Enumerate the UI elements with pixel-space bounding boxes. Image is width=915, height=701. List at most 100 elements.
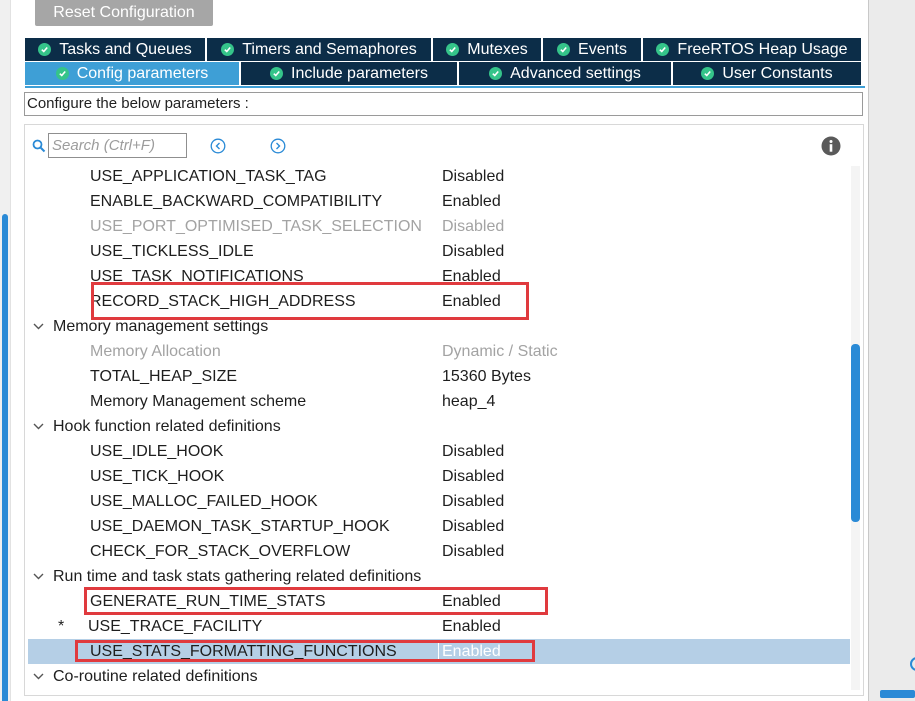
param-name: ENABLE_BACKWARD_COMPATIBILITY <box>90 193 383 210</box>
group-header[interactable]: Run time and task stats gathering relate… <box>28 564 850 589</box>
tab-label: Tasks and Queues <box>59 41 192 58</box>
param-name: USE_TASK_NOTIFICATIONS <box>90 268 304 285</box>
tab-label: User Constants <box>722 65 833 82</box>
tab-include-parameters[interactable]: Include parameters <box>241 62 459 85</box>
param-row[interactable]: RECORD_STACK_HIGH_ADDRESS Enabled <box>28 289 850 314</box>
group-header[interactable]: Co-routine related definitions <box>28 664 850 689</box>
check-circle-icon <box>38 43 52 56</box>
tab-tasks-and-queues[interactable]: Tasks and Queues <box>25 38 207 61</box>
param-row[interactable]: USE_TASK_NOTIFICATIONS Enabled <box>28 264 850 289</box>
check-circle-icon <box>55 67 69 80</box>
param-name: GENERATE_RUN_TIME_STATS <box>90 593 326 610</box>
param-row-selected[interactable]: USE_STATS_FORMATTING_FUNCTIONS Enabled <box>28 639 850 664</box>
param-value[interactable]: Disabled <box>442 239 504 264</box>
left-panel-scrollbar[interactable] <box>2 214 8 701</box>
text-caret <box>438 643 439 660</box>
tab-bar-primary: Tasks and Queues Timers and Semaphores M… <box>25 38 861 61</box>
instructions-label: Configure the below parameters : <box>24 92 863 116</box>
param-name: USE_TICKLESS_IDLE <box>90 243 254 260</box>
tab-label: Timers and Semaphores <box>242 41 417 58</box>
search-input[interactable] <box>48 133 187 158</box>
next-arrow-icon[interactable] <box>270 138 286 154</box>
param-name: USE_MALLOC_FAILED_HOOK <box>90 493 318 510</box>
tab-events[interactable]: Events <box>543 38 643 61</box>
chevron-down-icon[interactable] <box>33 423 44 430</box>
param-row[interactable]: GENERATE_RUN_TIME_STATS Enabled <box>28 589 850 614</box>
param-name: TOTAL_HEAP_SIZE <box>90 368 238 385</box>
tab-label: Include parameters <box>291 65 428 82</box>
group-title: Run time and task stats gathering relate… <box>53 568 422 585</box>
check-circle-icon <box>446 43 460 56</box>
tab-mutexes[interactable]: Mutexes <box>433 38 543 61</box>
param-value: Disabled <box>442 218 505 235</box>
info-icon[interactable] <box>821 136 841 156</box>
check-circle-icon <box>489 67 503 80</box>
param-value[interactable]: Disabled <box>442 514 504 539</box>
param-value[interactable]: Disabled <box>442 489 504 514</box>
tab-freertos-heap-usage[interactable]: FreeRTOS Heap Usage <box>643 38 861 61</box>
param-row[interactable]: * USE_TRACE_FACILITY Enabled <box>28 614 850 639</box>
tab-label: Advanced settings <box>510 65 641 82</box>
param-row: Memory Allocation Dynamic / Static <box>28 339 850 364</box>
param-row[interactable]: USE_IDLE_HOOK Disabled <box>28 439 850 464</box>
group-header[interactable]: Memory management settings <box>28 314 850 339</box>
param-row[interactable]: Memory Management scheme heap_4 <box>28 389 850 414</box>
param-value[interactable]: 15360 Bytes <box>442 364 531 389</box>
param-row[interactable]: USE_TICK_HOOK Disabled <box>28 464 850 489</box>
param-value[interactable]: Enabled <box>442 264 501 289</box>
search-icon <box>32 139 46 153</box>
tab-bar-secondary: Config parameters Include parameters Adv… <box>25 62 861 85</box>
param-row[interactable]: USE_APPLICATION_TASK_TAG Disabled <box>28 164 850 189</box>
param-value[interactable]: Disabled <box>442 164 504 189</box>
modified-marker: * <box>58 618 65 635</box>
param-value[interactable]: heap_4 <box>442 389 495 414</box>
param-name: USE_TRACE_FACILITY <box>88 618 263 635</box>
param-value[interactable]: Enabled <box>442 189 501 214</box>
param-name: USE_APPLICATION_TASK_TAG <box>90 168 327 185</box>
param-value[interactable]: Enabled <box>442 614 501 639</box>
check-circle-icon <box>270 67 284 80</box>
param-value[interactable]: Disabled <box>442 539 504 564</box>
param-name: RECORD_STACK_HIGH_ADDRESS <box>90 293 356 310</box>
tab-timers-and-semaphores[interactable]: Timers and Semaphores <box>207 38 433 61</box>
chevron-down-icon[interactable] <box>33 673 44 680</box>
param-name: USE_STATS_FORMATTING_FUNCTIONS <box>90 643 397 660</box>
param-row[interactable]: USE_MALLOC_FAILED_HOOK Disabled <box>28 489 850 514</box>
param-row[interactable]: CHECK_FOR_STACK_OVERFLOW Disabled <box>28 539 850 564</box>
tab-user-constants[interactable]: User Constants <box>673 62 861 85</box>
param-row[interactable]: USE_TICKLESS_IDLE Disabled <box>28 239 850 264</box>
tab-advanced-settings[interactable]: Advanced settings <box>459 62 673 85</box>
tab-label: FreeRTOS Heap Usage <box>677 41 848 58</box>
chevron-down-icon[interactable] <box>33 323 44 330</box>
param-row: USE_PORT_OPTIMISED_TASK_SELECTION Disabl… <box>28 214 850 239</box>
param-value[interactable]: Enabled <box>442 289 501 314</box>
param-row[interactable]: ENABLE_BACKWARD_COMPATIBILITY Enabled <box>28 189 850 214</box>
param-name: USE_PORT_OPTIMISED_TASK_SELECTION <box>90 218 422 235</box>
check-circle-icon <box>656 43 670 56</box>
previous-arrow-icon[interactable] <box>210 138 226 154</box>
param-row[interactable]: TOTAL_HEAP_SIZE 15360 Bytes <box>28 364 850 389</box>
group-title: Hook function related definitions <box>53 418 281 435</box>
param-name: Memory Allocation <box>90 343 221 360</box>
param-value[interactable]: Disabled <box>442 439 504 464</box>
group-header[interactable]: Hook function related definitions <box>28 414 850 439</box>
param-value[interactable]: Enabled <box>442 639 501 664</box>
param-value[interactable]: Enabled <box>442 589 501 614</box>
vertical-scrollbar-thumb[interactable] <box>851 344 860 522</box>
param-value[interactable]: Disabled <box>442 464 504 489</box>
check-circle-icon <box>221 43 235 56</box>
tab-label: Mutexes <box>467 41 528 58</box>
group-title: Co-routine related definitions <box>53 668 258 685</box>
param-name: CHECK_FOR_STACK_OVERFLOW <box>90 543 351 560</box>
check-circle-icon <box>701 67 715 80</box>
tab-underline <box>25 86 865 88</box>
param-name: USE_TICK_HOOK <box>90 468 225 485</box>
param-row[interactable]: USE_DAEMON_TASK_STARTUP_HOOK Disabled <box>28 514 850 539</box>
param-value: Dynamic / Static <box>442 343 558 360</box>
right-panel-edge <box>868 0 915 701</box>
reset-configuration-button[interactable]: Reset Configuration <box>35 0 213 26</box>
chevron-down-icon[interactable] <box>33 573 44 580</box>
param-name: USE_DAEMON_TASK_STARTUP_HOOK <box>90 518 390 535</box>
right-panel-scrollbar[interactable] <box>880 690 915 698</box>
tab-config-parameters[interactable]: Config parameters <box>25 62 241 85</box>
